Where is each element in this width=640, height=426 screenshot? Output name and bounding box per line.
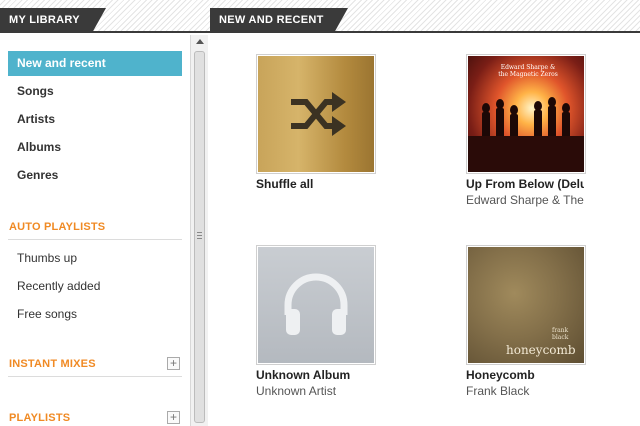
divider (8, 239, 182, 240)
grip-line (197, 235, 202, 236)
sidebar-item-genres[interactable]: Genres (8, 163, 182, 188)
scrollbar-thumb[interactable] (194, 51, 205, 423)
playlist-thumbs-up[interactable]: Thumbs up (17, 251, 77, 265)
album-title[interactable]: Honeycomb (466, 368, 584, 382)
grip-line (197, 232, 202, 233)
album-cover-title: honeycomb (506, 343, 576, 357)
playlist-recently-added[interactable]: Recently added (17, 279, 100, 293)
playlist-free-songs[interactable]: Free songs (17, 307, 77, 321)
sidebar-item-albums[interactable]: Albums (8, 135, 182, 160)
album-title[interactable]: Unknown Album (256, 368, 374, 382)
auto-playlists-heading: AUTO PLAYLISTS (9, 221, 106, 233)
album-artist[interactable]: Unknown Artist (256, 384, 374, 398)
album-art[interactable]: Edward Sharpe & the Magnetic Zeros (466, 54, 586, 174)
album-art[interactable]: frank black honeycomb (466, 245, 586, 365)
tab-new-and-recent[interactable]: NEW AND RECENT (210, 8, 348, 33)
headphones-icon (284, 273, 348, 335)
grip-line (197, 238, 202, 239)
instant-mixes-heading: INSTANT MIXES (9, 358, 96, 370)
album-art[interactable] (256, 245, 376, 365)
tab-my-library[interactable]: MY LIBRARY (0, 8, 106, 33)
album-title[interactable]: Up From Below (Delu (466, 177, 584, 191)
sidebar: New and recent Songs Artists Albums Genr… (0, 35, 190, 426)
sidebar-item-artists[interactable]: Artists (8, 107, 182, 132)
add-instant-mix-button[interactable]: + (167, 357, 180, 370)
album-title[interactable]: Shuffle all (256, 177, 374, 191)
album-art[interactable] (256, 54, 376, 174)
sidebar-item-new-and-recent[interactable]: New and recent (8, 51, 182, 76)
add-playlist-button[interactable]: + (167, 411, 180, 424)
divider (8, 376, 182, 377)
playlists-heading: PLAYLISTS (9, 412, 71, 424)
sidebar-item-songs[interactable]: Songs (8, 79, 182, 104)
album-cover-artist: frank black (552, 327, 569, 341)
sidebar-scrollbar[interactable] (190, 35, 208, 426)
album-artist[interactable]: Frank Black (466, 384, 584, 398)
shuffle-icon (291, 92, 346, 136)
band-silhouettes (468, 97, 584, 172)
album-artist[interactable]: Edward Sharpe & The (466, 193, 584, 207)
scroll-up-arrow-icon[interactable] (196, 39, 204, 44)
